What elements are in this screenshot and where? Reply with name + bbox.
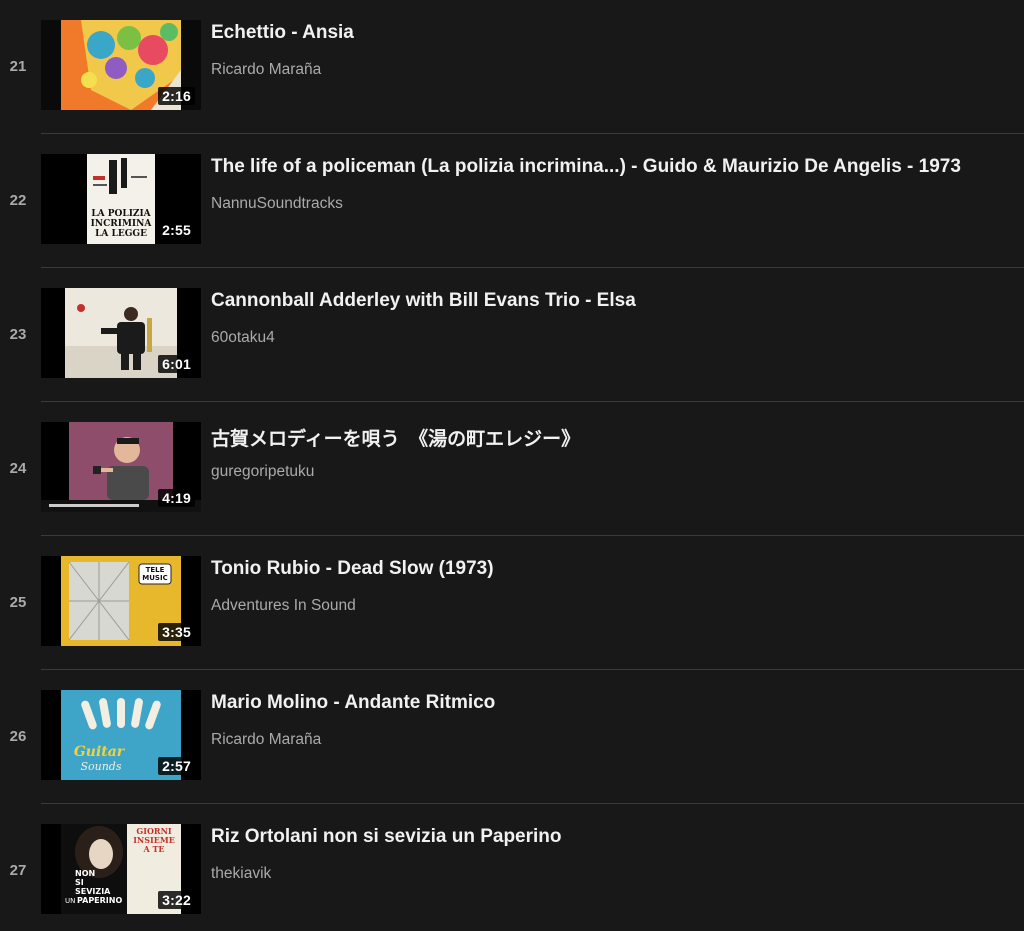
cover-text-music: MUSIC [142,574,167,582]
video-title[interactable]: Cannonball Adderley with Bill Evans Trio… [211,290,1021,312]
duration-badge: 2:57 [158,757,195,775]
playlist-item[interactable]: 25 TELE MUSIC 3:35 Tonio Rubio - Dead Sl… [0,536,1024,670]
video-title[interactable]: Mario Molino - Andante Ritmico [211,692,1021,714]
playlist-item[interactable]: 21 2:16 Echettio - Ansia Ricardo Maraña [0,0,1024,134]
video-thumbnail[interactable]: Guitar Sounds 2:57 [41,690,201,780]
cover-text-a-te: A TE [142,844,164,854]
item-index: 22 [9,192,27,209]
video-title[interactable]: The life of a policeman (La polizia incr… [211,156,1021,178]
duration-badge: 3:22 [158,891,195,909]
item-index: 27 [9,862,27,879]
channel-name[interactable]: thekiavik [211,865,271,883]
playlist-item[interactable]: 22 LA POLIZIA INCRIMINA LA LEGGE 2:55 Th… [0,134,1024,268]
poster-text-line-2: INCRIMINA [91,219,153,229]
playlist-item[interactable]: 26 Guitar Sounds 2:57 Mario Molino - And… [0,670,1024,804]
video-thumbnail[interactable]: 4:19 [41,422,201,512]
duration-badge: 2:16 [158,87,195,105]
playlist-item[interactable]: 27 GIORNI INSIEME A TE NON SI SEVIZIA UN… [0,804,1024,931]
poster-text-line-1: LA POLIZIA [91,209,151,219]
cover-text-paperino: PAPERINO [77,896,122,905]
playlist-list: 21 2:16 Echettio - Ansia Ricardo Maraña … [0,0,1024,931]
item-index: 21 [9,58,27,75]
channel-name[interactable]: Ricardo Maraña [211,61,321,79]
video-thumbnail[interactable]: 2:16 [41,20,201,110]
video-title[interactable]: Riz Ortolani non si sevizia un Paperino [211,826,1021,848]
item-index: 23 [9,326,27,343]
channel-name[interactable]: Ricardo Maraña [211,731,321,749]
cover-text-sounds: Sounds [80,760,121,773]
duration-badge: 2:55 [158,221,195,239]
item-index: 26 [9,728,27,745]
video-thumbnail[interactable]: 6:01 [41,288,201,378]
channel-name[interactable]: guregoripetuku [211,463,314,481]
cover-text-non: NON [75,869,95,878]
poster-text-line-3: LA LEGGE [95,229,147,239]
video-title[interactable]: 古賀メロディーを唄う 《湯の町エレジー》 [211,424,1021,451]
video-thumbnail[interactable]: LA POLIZIA INCRIMINA LA LEGGE 2:55 [41,154,201,244]
playlist-item[interactable]: 23 6:01 Cannonball Adderley with Bill Ev… [0,268,1024,402]
cover-text-un: UN [65,897,75,905]
video-thumbnail[interactable]: GIORNI INSIEME A TE NON SI SEVIZIA UN PA… [41,824,201,914]
item-index: 24 [9,460,27,477]
cover-text-guitar: Guitar [74,744,126,760]
duration-badge: 3:35 [158,623,195,641]
playlist-item[interactable]: 24 4:19 古賀メロディーを唄う 《湯の町エレジー》 guregoripet… [0,402,1024,536]
item-index: 25 [9,594,27,611]
cover-text-si: SI [75,878,84,887]
channel-name[interactable]: 60otaku4 [211,329,275,347]
channel-name[interactable]: NannuSoundtracks [211,195,343,213]
video-title[interactable]: Tonio Rubio - Dead Slow (1973) [211,558,1021,580]
cover-text-sevizia: SEVIZIA [75,887,111,896]
cover-text-tele: TELE [146,566,165,574]
duration-badge: 6:01 [158,355,195,373]
video-thumbnail[interactable]: TELE MUSIC 3:35 [41,556,201,646]
duration-badge: 4:19 [158,489,195,507]
channel-name[interactable]: Adventures In Sound [211,597,356,615]
video-title[interactable]: Echettio - Ansia [211,22,1021,44]
